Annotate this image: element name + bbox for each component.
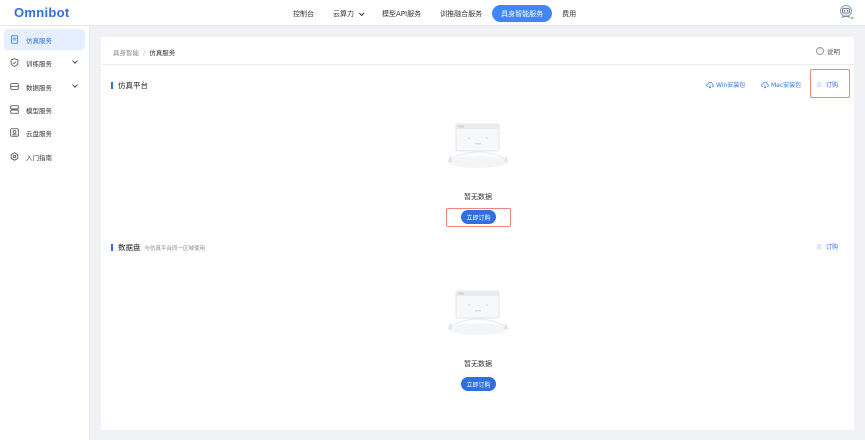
sidebar-item-training[interactable]: 训练服务 <box>4 52 85 73</box>
empty-state-text: 暂无数据 <box>464 193 492 201</box>
star-icon: ☆ <box>816 242 823 251</box>
shield-icon <box>10 58 19 67</box>
gear-icon <box>10 152 19 161</box>
top-nav: 控制台 云算力 模型API服务 训推融合服务 具身智能服务 费用 <box>284 5 586 22</box>
section-title-simulation: 仿真平台 <box>111 80 148 91</box>
nav-label: 具身智能服务 <box>501 9 544 18</box>
chevron-down-icon <box>72 82 78 88</box>
empty-state-illustration <box>448 290 508 335</box>
help-label: 说明 <box>827 48 840 56</box>
sidebar-item-label: 仿真服务 <box>26 36 52 45</box>
sidebar-item-label: 入门指南 <box>26 153 52 162</box>
section-title-text: 数据盘 <box>118 243 141 252</box>
nav-item-cloud-compute[interactable]: 云算力 <box>324 5 372 22</box>
breadcrumb: 具身智能 / 仿真服务 <box>113 47 175 57</box>
datadisk-subscribe-link[interactable]: ☆ 订购 <box>816 242 839 252</box>
nav-label: 模型API服务 <box>382 9 422 18</box>
sidebar-item-label: 云盘服务 <box>26 129 52 138</box>
nav-item-console[interactable]: 控制台 <box>284 5 323 22</box>
win-installer-label: Win安装包 <box>716 82 746 89</box>
main-card: 具身智能 / 仿真服务 ! 说明 仿真平台 Win安装包 Mac安装包 ☆ 订购 暂… <box>101 37 854 430</box>
nav-label: 训推融合服务 <box>440 9 483 18</box>
nav-item-model-api[interactable]: 模型API服务 <box>373 5 430 22</box>
nav-label: 云算力 <box>333 9 354 18</box>
chevron-down-icon <box>72 58 78 64</box>
sidebar-item-data[interactable]: 数据服务 <box>4 76 85 97</box>
subscribe-link[interactable]: ☆ 订购 <box>816 80 839 90</box>
subscribe-label: 订购 <box>826 244 839 251</box>
sidebar-item-cloud-disk[interactable]: 云盘服务 <box>4 122 85 143</box>
server-icon <box>10 105 19 114</box>
chevron-down-icon <box>358 9 365 16</box>
sidebar-item-label: 数据服务 <box>26 83 52 92</box>
datadisk-subscribe-now-button[interactable]: 立即订购 <box>461 377 496 391</box>
help-circle-icon: ! <box>816 47 824 55</box>
breadcrumb-current: 仿真服务 <box>149 49 176 57</box>
nav-label: 费用 <box>562 9 577 18</box>
database-icon <box>10 83 19 90</box>
sidebar-item-label: 模型服务 <box>26 106 52 115</box>
section-title-datadisk: 数据盘 与仿真平台同一区域使用 <box>111 242 205 253</box>
empty-state-text: 暂无数据 <box>464 360 492 368</box>
logo[interactable]: Omnibot <box>14 5 70 20</box>
section-marker <box>111 244 113 251</box>
top-bar: Omnibot 控制台 云算力 模型API服务 训推融合服务 具身智能服务 费用 <box>0 0 865 26</box>
section-marker <box>111 82 113 89</box>
empty-state-illustration <box>448 123 508 168</box>
subscribe-now-button[interactable]: 立即订购 <box>461 210 496 224</box>
star-icon: ☆ <box>816 80 823 89</box>
online-status-dot <box>850 16 854 20</box>
divider <box>101 64 854 65</box>
mac-installer-label: Mac安装包 <box>771 82 802 89</box>
avatar[interactable] <box>839 5 854 20</box>
cloud-download-icon <box>761 81 769 88</box>
document-icon <box>10 35 19 44</box>
sidebar-item-getting-started[interactable]: 入门指南 <box>4 146 85 167</box>
win-installer-link[interactable]: Win安装包 <box>706 80 745 89</box>
sidebar: 仿真服务 训练服务 数据服务 模型服务 云盘服务 入门指南 <box>0 26 90 440</box>
nav-item-train-infer[interactable]: 训推融合服务 <box>431 5 491 22</box>
sidebar-item-model[interactable]: 模型服务 <box>4 99 85 120</box>
breadcrumb-separator: / <box>143 49 146 57</box>
subscribe-label: 订购 <box>826 82 839 89</box>
breadcrumb-parent[interactable]: 具身智能 <box>113 49 139 57</box>
nav-item-billing[interactable]: 费用 <box>553 5 585 22</box>
sidebar-item-label: 训练服务 <box>26 59 52 68</box>
section-title-text: 仿真平台 <box>118 81 148 90</box>
sidebar-item-simulation[interactable]: 仿真服务 <box>4 29 85 50</box>
nav-label: 控制台 <box>293 9 314 18</box>
mac-installer-link[interactable]: Mac安装包 <box>761 80 801 89</box>
section-subtitle: 与仿真平台同一区域使用 <box>144 245 206 252</box>
cloud-disk-icon <box>10 128 19 137</box>
cloud-download-icon <box>706 81 714 88</box>
nav-item-embodied-ai[interactable]: 具身智能服务 <box>492 5 553 22</box>
help-link[interactable]: ! 说明 <box>816 46 840 56</box>
